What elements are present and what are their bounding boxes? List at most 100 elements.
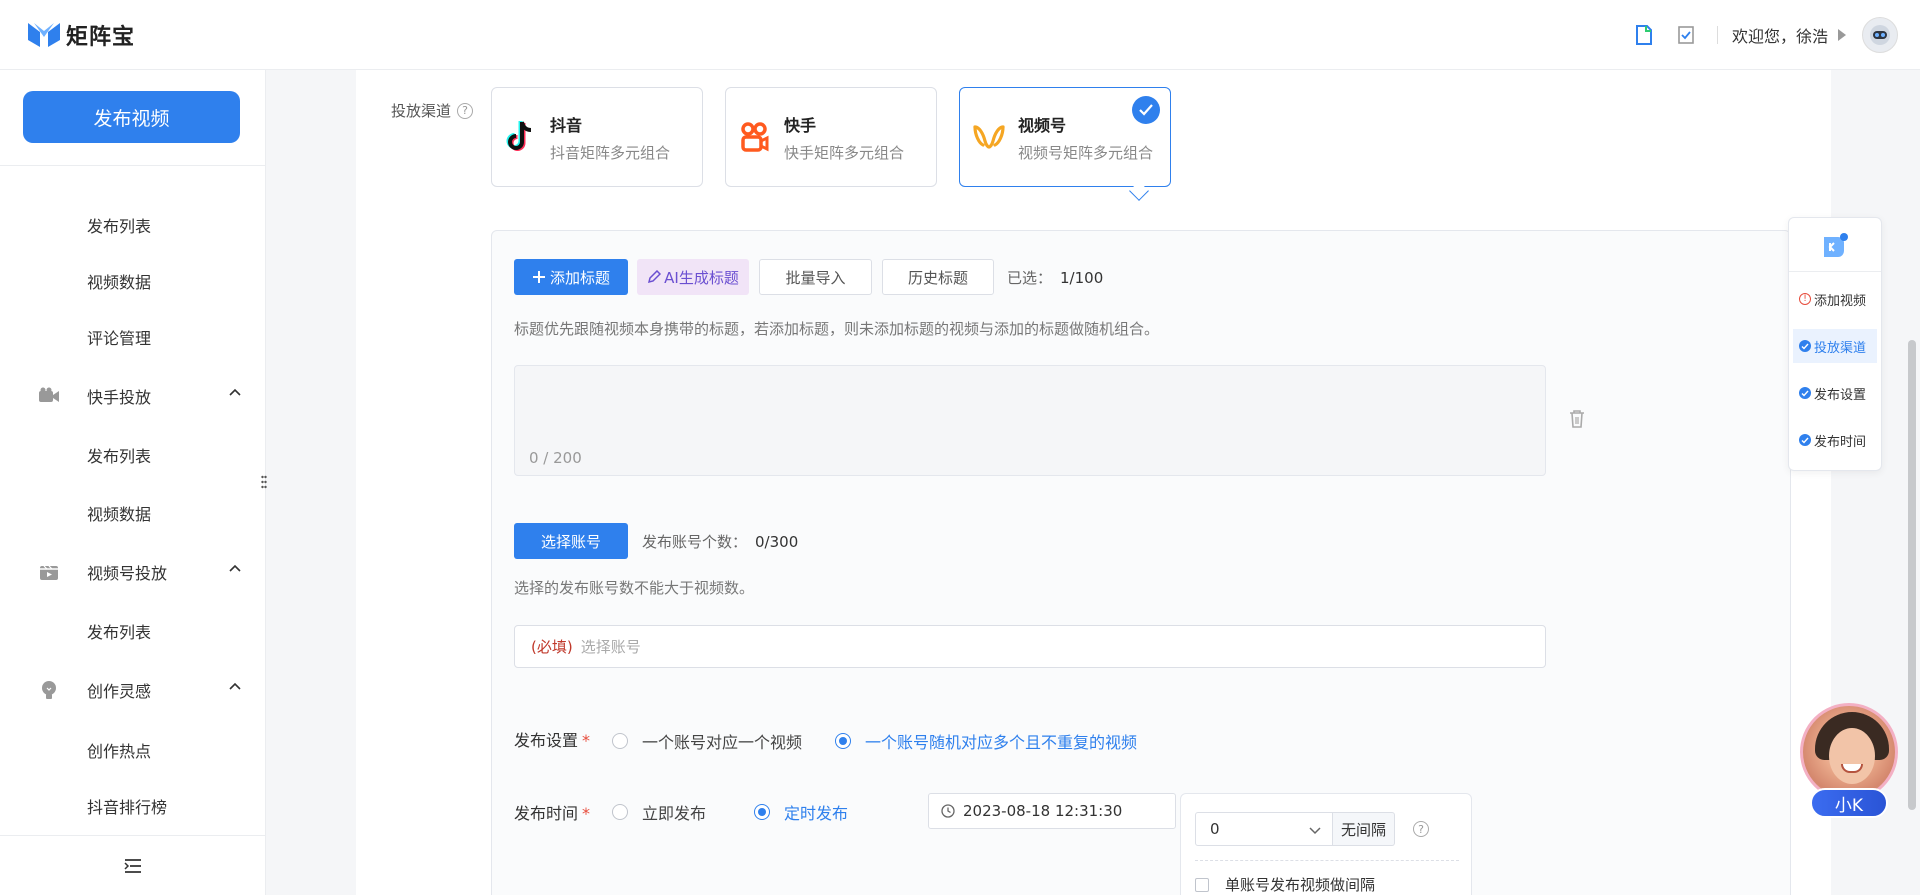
help-icon[interactable]: ? xyxy=(1413,821,1429,837)
selected-count: 已选： 1/100 xyxy=(1007,269,1104,287)
add-title-button[interactable]: 添加标题 xyxy=(514,259,628,295)
pencil-icon xyxy=(648,270,662,284)
dashed-divider xyxy=(1195,860,1459,861)
account-hint: 选择的发布账号数不能大于视频数。 xyxy=(514,579,755,597)
radio-one-to-many[interactable]: 一个账号随机对应多个且不重复的视频 xyxy=(835,729,1137,753)
video-channel-icon xyxy=(38,561,60,583)
chevron-up-icon[interactable] xyxy=(228,562,242,576)
logo[interactable]: 矩阵宝 xyxy=(26,19,135,51)
check-circle-icon xyxy=(1799,340,1811,352)
interval-checkbox-row[interactable]: 单账号发布视频做间隔 xyxy=(1195,874,1375,895)
doc-icon[interactable] xyxy=(1633,24,1655,46)
interval-checkbox[interactable] xyxy=(1195,877,1209,892)
sidebar-group-kuaishou[interactable]: 快手投放 xyxy=(38,384,242,408)
chevron-up-icon[interactable] xyxy=(228,386,242,400)
steps-header xyxy=(1789,218,1881,272)
channel-label: 投放渠道 ? xyxy=(391,100,474,121)
publish-settings-label: 发布设置 * xyxy=(514,731,591,750)
radio-dot xyxy=(612,804,628,820)
page-scrollbar[interactable] xyxy=(1908,340,1916,810)
sidebar-item-publish-list[interactable]: 发布列表 xyxy=(87,213,151,237)
sidebar-item-creative-hot[interactable]: 创作热点 xyxy=(87,738,151,762)
sidebar-item-ks-video-data[interactable]: 视频数据 xyxy=(87,501,151,525)
radio-one-to-one[interactable]: 一个账号对应一个视频 xyxy=(612,729,802,753)
char-counter: 0 / 200 xyxy=(529,449,582,467)
sidebar-group-label: 快手投放 xyxy=(87,388,152,407)
ai-generate-title-button[interactable]: AI生成标题 xyxy=(637,259,749,295)
title-hint: 标题优先跟随视频本身携带的标题，若添加标题，则未添加标题的视频与添加的标题做随机… xyxy=(514,320,1160,338)
selected-pointer xyxy=(1129,181,1149,201)
chevron-up-icon[interactable] xyxy=(228,680,242,694)
interval-addon: 无间隔 xyxy=(1333,812,1395,846)
interval-select[interactable]: 0 xyxy=(1195,812,1333,846)
step-channel[interactable]: 投放渠道 xyxy=(1793,329,1877,363)
collapse-menu-icon[interactable] xyxy=(124,858,142,874)
selected-count-value: 1/100 xyxy=(1060,269,1104,287)
channel-shipinhao[interactable]: 视频号 视频号矩阵多元组合 xyxy=(959,87,1171,201)
trash-icon[interactable] xyxy=(1568,409,1586,429)
logo-text: 矩阵宝 xyxy=(66,24,136,50)
channel-kuaishou[interactable]: 快手 快手矩阵多元组合 xyxy=(725,87,937,187)
step-publish-time[interactable]: 发布时间 xyxy=(1793,423,1877,457)
assistant-face xyxy=(1829,728,1875,784)
step-publish-settings[interactable]: 发布设置 xyxy=(1793,376,1877,410)
user-avatar[interactable] xyxy=(1862,17,1898,53)
radio-dot xyxy=(835,733,851,749)
shipinhao-icon xyxy=(972,120,1006,154)
account-select-input[interactable]: (必填) 选择账号 xyxy=(514,625,1546,668)
clock-icon xyxy=(941,804,955,818)
select-account-button[interactable]: 选择账号 xyxy=(514,523,628,559)
main-content: 投放渠道 ? 抖音 抖音矩阵多元组合 快手 快手矩阵多元组合 视频号 视频号矩阵… xyxy=(356,70,1831,895)
batch-import-button[interactable]: 批量导入 xyxy=(759,259,872,295)
plus-icon xyxy=(532,271,545,283)
required-tag: (必填) xyxy=(531,638,573,656)
channel-name: 快手 xyxy=(784,115,817,135)
sidebar-item-douyin-rank[interactable]: 抖音排行榜 xyxy=(87,794,167,818)
radio-scheduled[interactable]: 定时发布 xyxy=(754,800,848,824)
sidebar-item-ks-publish-list[interactable]: 发布列表 xyxy=(87,443,151,467)
welcome-text: 欢迎您，徐浩 xyxy=(1731,27,1828,46)
title-textarea[interactable]: 0 / 200 xyxy=(514,365,1546,476)
sidebar-item-comment-manage[interactable]: 评论管理 xyxy=(87,325,151,349)
sidebar-item-video-data[interactable]: 视频数据 xyxy=(87,269,151,293)
kuaishou-icon xyxy=(38,385,60,407)
assistant-badge[interactable]: 小K xyxy=(1810,788,1888,818)
datetime-input[interactable]: 2023-08-18 12:31:30 xyxy=(928,793,1176,829)
account-placeholder: 选择账号 xyxy=(580,638,641,656)
top-header: 矩阵宝 欢迎您，徐浩 xyxy=(0,0,1920,70)
steps-panel: ! 添加视频 投放渠道 发布设置 发布时间 xyxy=(1788,217,1882,471)
douyin-icon xyxy=(504,120,538,154)
caret-right-icon[interactable] xyxy=(1838,29,1846,41)
publish-time-label: 发布时间 * xyxy=(514,804,591,823)
sidebar-divider xyxy=(0,165,266,166)
checklist-icon[interactable] xyxy=(1675,24,1697,46)
logo-icon xyxy=(28,22,60,47)
channel-desc: 抖音矩阵多元组合 xyxy=(550,143,671,162)
kuaishou-logo-icon xyxy=(738,120,772,154)
channel-douyin[interactable]: 抖音 抖音矩阵多元组合 xyxy=(491,87,703,187)
step-add-video[interactable]: ! 添加视频 xyxy=(1793,282,1877,316)
radio-publish-now[interactable]: 立即发布 xyxy=(612,800,706,824)
check-circle-icon xyxy=(1799,434,1811,446)
robot-icon xyxy=(1870,25,1890,45)
help-icon[interactable]: ? xyxy=(457,102,474,119)
sidebar-group-inspiration[interactable]: 创作灵感 xyxy=(38,678,242,702)
sidebar-item-sph-publish-list[interactable]: 发布列表 xyxy=(87,619,151,643)
sidebar-footer xyxy=(0,835,266,895)
channel-config-panel: 添加标题 AI生成标题 批量导入 历史标题 已选： 1/100 标题优先跟随视频本… xyxy=(491,230,1791,895)
warning-icon: ! xyxy=(1799,293,1811,305)
interval-box: 0 无间隔 ? 单账号发布视频做间隔 xyxy=(1180,793,1472,895)
assistant-logo-icon xyxy=(1824,232,1848,257)
assistant-avatar[interactable] xyxy=(1800,703,1898,801)
sidebar-group-shipinhao[interactable]: 视频号投放 xyxy=(38,560,242,584)
account-count-value: 0/300 xyxy=(755,533,799,551)
datetime-value: 2023-08-18 12:31:30 xyxy=(963,802,1123,820)
publish-video-button[interactable]: 发布视频 xyxy=(23,91,240,143)
channel-desc: 视频号矩阵多元组合 xyxy=(1018,143,1154,162)
sidebar-resize-handle[interactable] xyxy=(261,474,267,490)
radio-dot xyxy=(754,804,770,820)
interval-value: 0 xyxy=(1210,820,1220,838)
history-title-button[interactable]: 历史标题 xyxy=(882,259,994,295)
sidebar-group-label: 创作灵感 xyxy=(87,682,152,701)
radio-dot xyxy=(612,733,628,749)
